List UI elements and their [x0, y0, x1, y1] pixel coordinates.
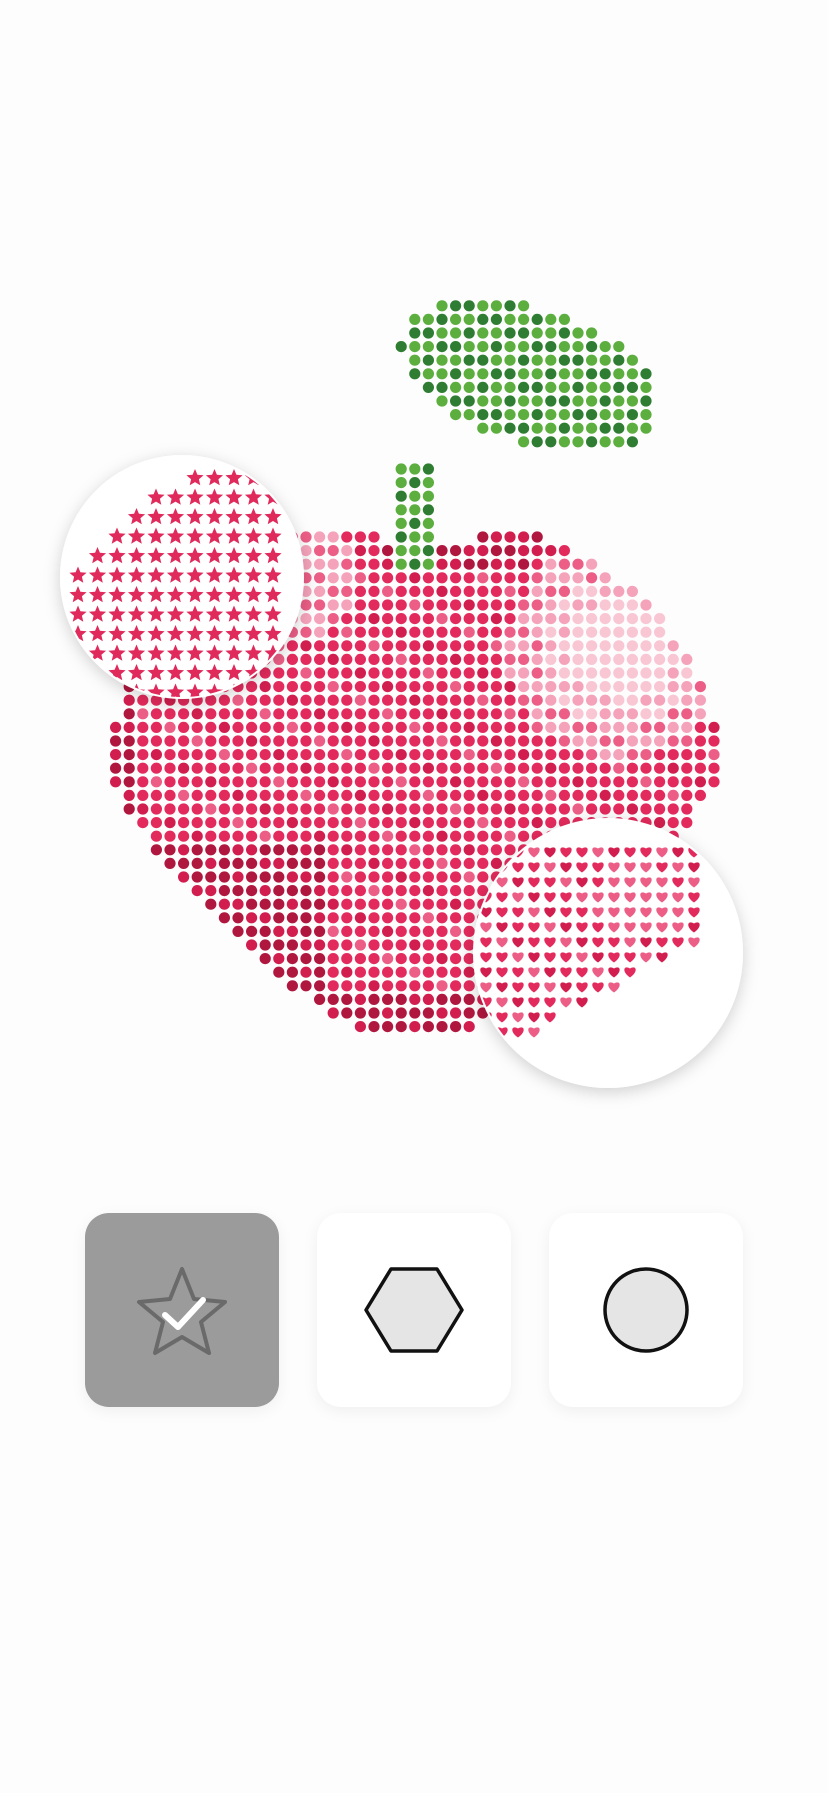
shape-picker [85, 1213, 743, 1407]
star-pattern-magnifier [60, 455, 304, 699]
circle-shape-button[interactable] [549, 1213, 743, 1407]
heart-pattern-magnifier [473, 818, 743, 1088]
hexagon-icon [364, 1267, 464, 1353]
star-shape-button[interactable] [85, 1213, 279, 1407]
hexagon-shape-button[interactable] [317, 1213, 511, 1407]
circle-icon [603, 1267, 689, 1353]
checkmark-icon [162, 1297, 206, 1330]
apple-dot-artwork [60, 300, 743, 1088]
star-icon [137, 1267, 227, 1355]
